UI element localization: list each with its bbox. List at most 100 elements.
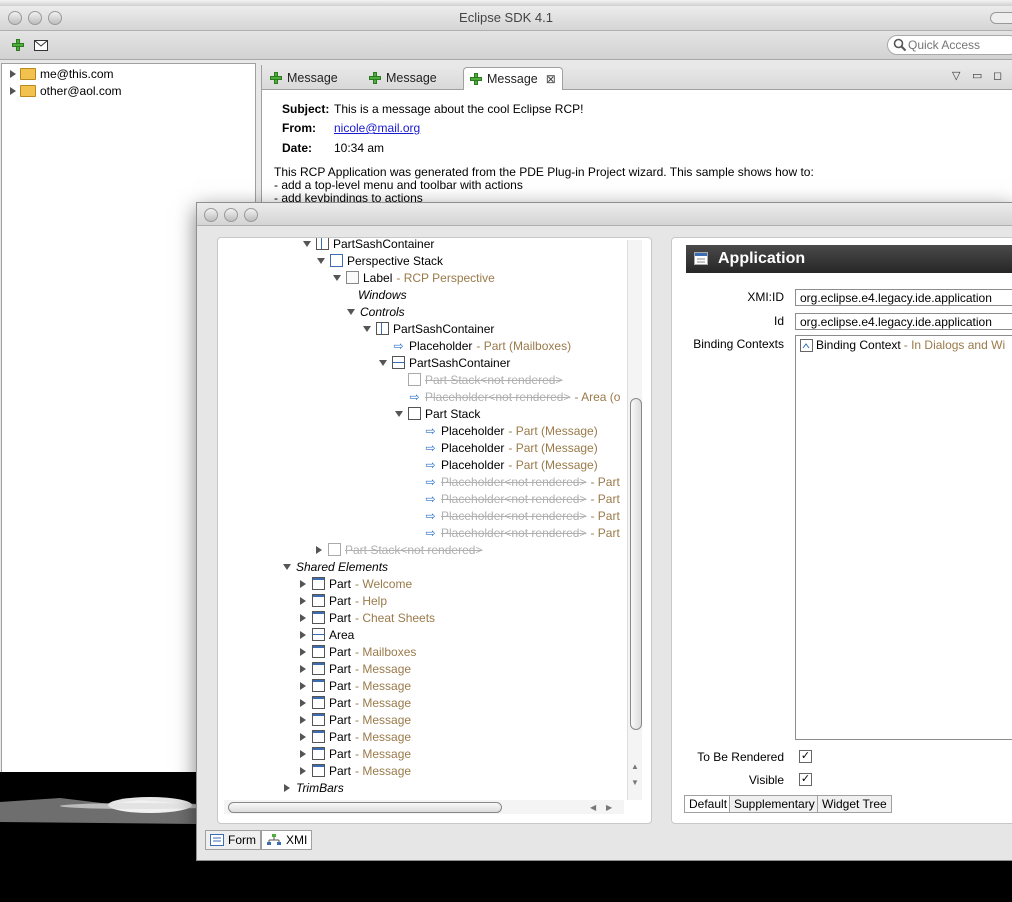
tree-node[interactable]: Part Stack<not rendered> [408,371,562,388]
binding-contexts-label: Binding Contexts [693,337,784,351]
part-icon [312,696,325,709]
id-field[interactable]: org.eclipse.e4.legacy.ide.application [795,313,1012,330]
perspective-stack-icon [330,254,343,267]
sash-container-icon [376,322,389,335]
tree-node[interactable]: ⇨ Placeholder - Part (Message) [424,422,597,439]
visible-checkbox[interactable]: ✓ [799,773,812,786]
subject-label: Subject: [282,102,330,116]
binding-contexts-list[interactable]: Binding Context - In Dialogs and Wi [795,335,1012,740]
tab-message-3[interactable]: Message ⊠ [463,67,563,90]
expand-arrow-icon[interactable] [10,70,16,78]
subject-value: This is a message about the cool Eclipse… [334,102,584,116]
search-icon [893,38,907,52]
account-item[interactable]: me@this.com [10,66,114,82]
model-tree-panel: PartSashContainer Perspective Stack Labe… [217,237,652,824]
tree-node[interactable]: Part - Welcome [298,575,412,592]
message-icon [270,72,282,84]
scroll-up-icon[interactable]: ▲ [631,762,639,771]
tree-node[interactable]: Part Stack [394,405,480,422]
tree-node[interactable]: ⇨ Placeholder<not rendered> - Part [424,490,619,507]
tab-message-1[interactable]: Message [264,67,344,89]
tree-node[interactable]: Part - Message [298,745,411,762]
tree-node[interactable]: PartSashContainer [302,238,434,252]
tab-message-2[interactable]: Message [363,67,443,89]
toolbar-toggle-button[interactable] [990,12,1012,24]
scroll-thumb[interactable] [228,802,502,813]
tree-node[interactable]: Part - Message [298,677,411,694]
quick-access-field[interactable] [887,35,1012,55]
tree-node[interactable]: TrimBars [282,779,344,796]
scroll-thumb[interactable] [630,398,642,730]
tree-vertical-scrollbar[interactable]: ▲ ▼ [627,240,642,800]
tree-node[interactable]: Part - Message [298,711,411,728]
minimize-view-icon[interactable]: ▭ [972,69,982,82]
xmi-id-label: XMI:ID [747,290,784,304]
account-item[interactable]: other@aol.com [10,83,122,99]
to-be-rendered-checkbox[interactable]: ✓ [799,750,812,763]
maximize-view-icon[interactable]: ◻ [993,69,1002,82]
tree-node[interactable]: Part Stack<not rendered> [314,541,482,558]
scroll-left-icon[interactable]: ◀ [590,803,596,812]
xmi-id-field[interactable]: org.eclipse.e4.legacy.ide.application [795,289,1012,306]
tree-node[interactable]: ⇨ Placeholder<not rendered> - Part [424,507,619,524]
expand-arrow-icon[interactable] [10,87,16,95]
message-icon [470,73,482,85]
tree-node[interactable]: PartSashContainer [362,320,494,337]
xmi-tree-icon [267,834,281,845]
tree-horizontal-scrollbar[interactable]: ◀ ▶ [224,800,624,814]
tree-node[interactable]: Part - Message [298,694,411,711]
tree-node[interactable]: Label - RCP Perspective [332,269,495,286]
date-label: Date: [282,141,313,155]
tree-node[interactable]: ⇨ Placeholder<not rendered> - Part [424,473,619,490]
desktop-wallpaper-image [0,772,196,902]
minimize-window-button[interactable] [224,208,238,222]
tree-node[interactable]: Controls [346,303,405,320]
tab-form[interactable]: Form [205,830,261,850]
area-icon [312,628,325,641]
tree-node[interactable]: ⇨ Placeholder<not rendered> - Part [424,524,619,541]
tree-node[interactable]: Part - Mailboxes [298,643,416,660]
envelope-icon [34,39,48,51]
tab-widget-tree[interactable]: Widget Tree [817,795,892,813]
tab-xmi[interactable]: XMI [261,830,313,850]
dialog-titlebar [197,203,1012,226]
open-message-button[interactable] [32,36,50,54]
placeholder-arrow-icon: ⇨ [425,440,436,455]
tree-node[interactable]: Part - Cheat Sheets [298,609,435,626]
close-window-button[interactable] [204,208,218,222]
tree-node[interactable]: Part - Message [298,762,411,779]
zoom-window-button[interactable] [244,208,258,222]
tab-default[interactable]: Default [684,795,733,813]
from-link[interactable]: nicole@mail.org [334,121,420,135]
tree-node[interactable]: Windows [358,286,407,303]
binding-context-item[interactable]: Binding Context - In Dialogs and Wi [800,338,1005,352]
tree-node[interactable]: ⇨ Placeholder<not rendered> - Area (o [408,388,620,405]
quick-access-input[interactable] [908,37,1008,52]
view-menu-icon[interactable]: ▽ [952,69,960,82]
plus-icon [12,39,24,51]
tree-node[interactable]: ⇨ Placeholder - Part (Mailboxes) [392,337,571,354]
tree-node[interactable]: Area [298,626,354,643]
part-stack-icon [408,373,421,386]
tab-supplementary[interactable]: Supplementary [729,795,820,813]
folder-icon [20,85,36,97]
scroll-right-icon[interactable]: ▶ [606,803,612,812]
tree-node[interactable]: Part - Message [298,660,411,677]
id-label: Id [773,314,784,328]
scroll-down-icon[interactable]: ▼ [631,778,639,787]
tree-node[interactable]: PartSashContainer [378,354,510,371]
part-icon [312,594,325,607]
new-message-button[interactable] [9,36,27,54]
tree-node[interactable]: ⇨ Placeholder - Part (Message) [424,439,597,456]
date-value: 10:34 am [334,141,385,155]
tree-node[interactable]: Shared Elements [282,558,388,575]
binding-context-icon [800,338,813,352]
tree-node[interactable]: Part - Message [298,728,411,745]
visible-label: Visible [748,773,784,787]
part-icon [312,747,325,760]
model-editor-window: PartSashContainer Perspective Stack Labe… [196,202,1012,861]
tree-node[interactable]: Part - Help [298,592,387,609]
close-tab-icon[interactable]: ⊠ [546,72,556,86]
tree-node[interactable]: Perspective Stack [316,252,443,269]
tree-node[interactable]: ⇨ Placeholder - Part (Message) [424,456,597,473]
